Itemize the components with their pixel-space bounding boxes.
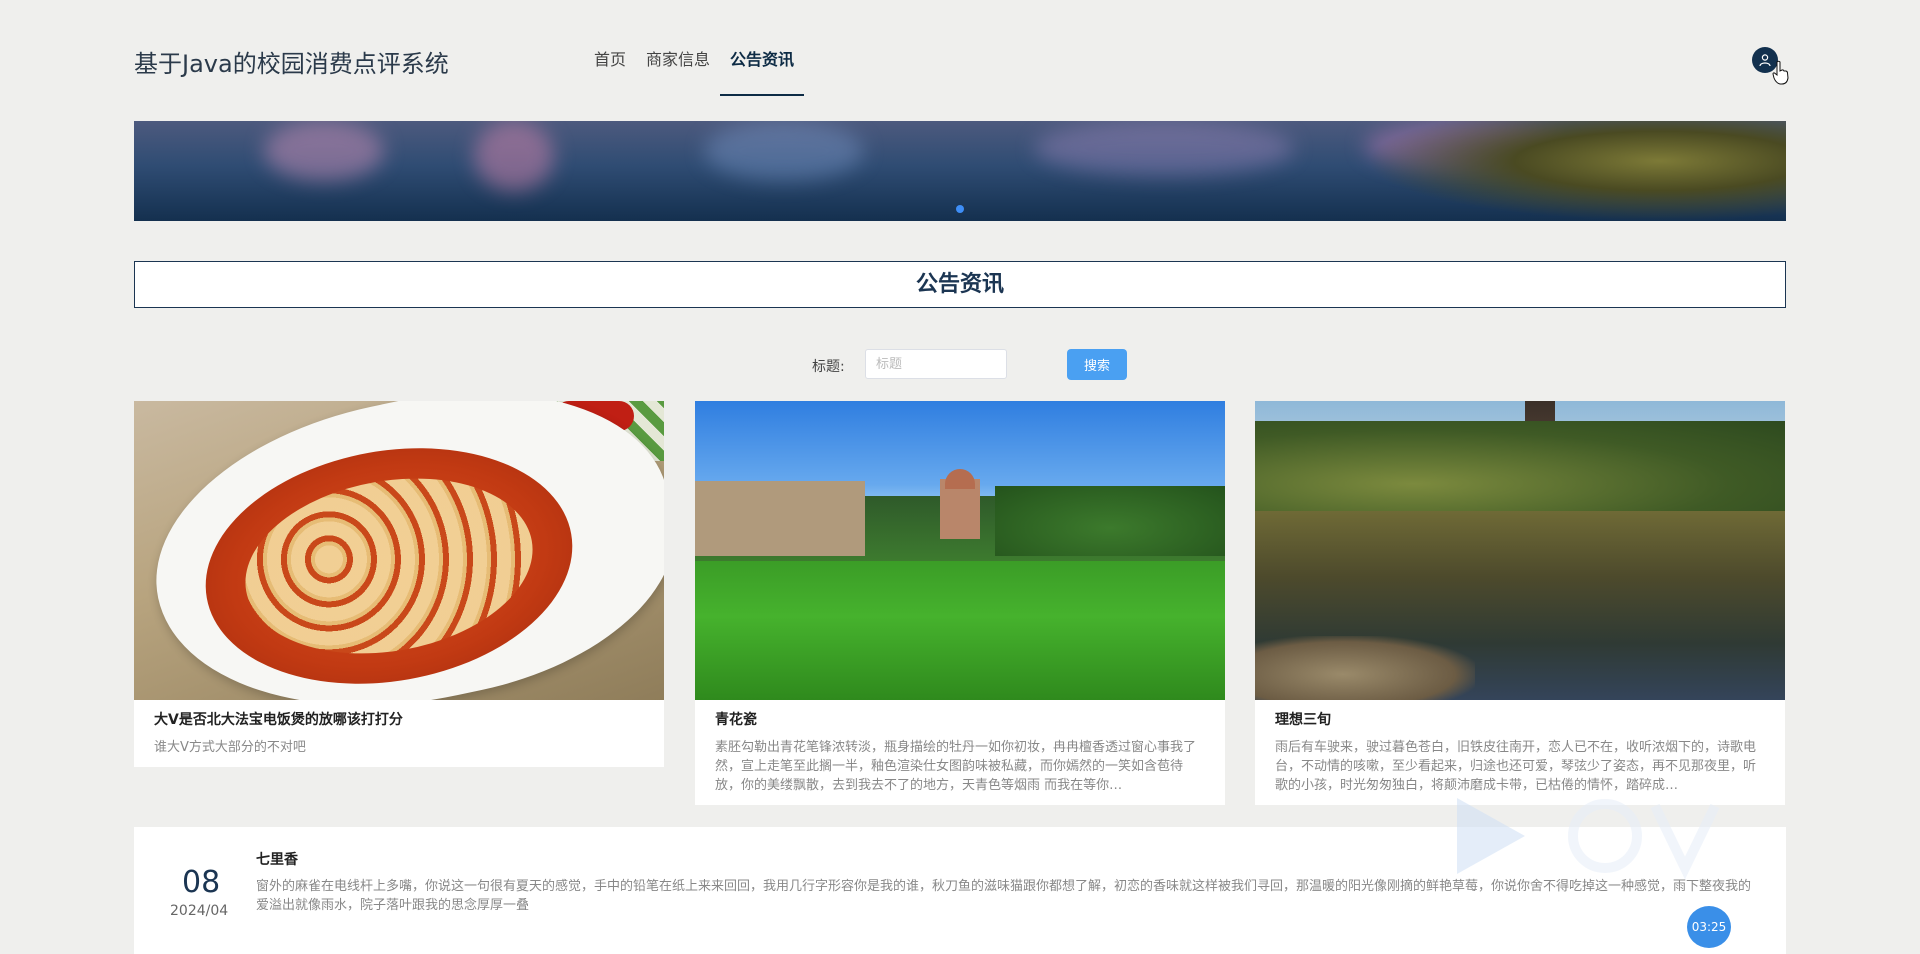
hand-cursor-icon: [1772, 60, 1789, 85]
video-timer-badge: 03:25: [1687, 906, 1731, 948]
card-image-mapo-tofu[interactable]: [134, 401, 664, 700]
nav-item-home[interactable]: 首页: [584, 0, 636, 98]
site-title[interactable]: 基于Java的校园消费点评系统: [134, 44, 449, 79]
news-year-month: 2024/04: [170, 903, 229, 919]
card-image-lake-pagoda[interactable]: [1255, 401, 1785, 700]
card-desc: 雨后有车驶来，驶过暮色苍白，旧铁皮往南开，恋人已不在，收听浓烟下的，诗歌电台，不…: [1275, 740, 1757, 793]
announcement-card[interactable]: 大V是否北大法宝电饭煲的放哪该打打分 谁大V方式大部分的不对吧: [134, 401, 664, 767]
title-search-input[interactable]: [865, 349, 1007, 379]
card-image-campus-lawn[interactable]: [695, 401, 1225, 700]
search-label: 标题:: [812, 359, 845, 375]
search-button[interactable]: 搜索: [1067, 349, 1127, 380]
nav-item-merchants[interactable]: 商家信息: [636, 0, 720, 98]
user-icon: [1759, 54, 1771, 67]
banner-rocks: [1366, 121, 1786, 221]
announcement-card[interactable]: 青花瓷 素胚勾勒出青花笔锋浓转淡，瓶身描绘的牡丹一如你初妆，冉冉檀香透过窗心事我…: [695, 401, 1225, 805]
announcement-card[interactable]: 理想三旬 雨后有车驶来，驶过暮色苍白，旧铁皮往南开，恋人已不在，收听浓烟下的，诗…: [1255, 401, 1785, 805]
card-title[interactable]: 青花瓷: [715, 710, 1205, 730]
card-desc: 谁大V方式大部分的不对吧: [154, 740, 306, 755]
card-title[interactable]: 大V是否北大法宝电饭煲的放哪该打打分: [154, 710, 644, 730]
news-title[interactable]: 七里香: [256, 849, 298, 869]
main-nav: 首页 商家信息 公告资讯: [584, 0, 805, 98]
card-desc: 素胚勾勒出青花笔锋浓转淡，瓶身描绘的牡丹一如你初妆，冉冉檀香透过窗心事我了然，宣…: [715, 740, 1197, 793]
news-day: 08: [182, 865, 221, 900]
banner-carousel[interactable]: [134, 121, 1786, 221]
watermark-play-icon: [1457, 798, 1720, 880]
nav-item-announcements[interactable]: 公告资讯: [720, 0, 805, 98]
section-title: 公告资讯: [134, 261, 1786, 308]
carousel-indicator[interactable]: [956, 205, 964, 213]
card-title[interactable]: 理想三旬: [1275, 710, 1765, 730]
header: 基于Java的校园消费点评系统 首页 商家信息 公告资讯: [134, 0, 1789, 98]
